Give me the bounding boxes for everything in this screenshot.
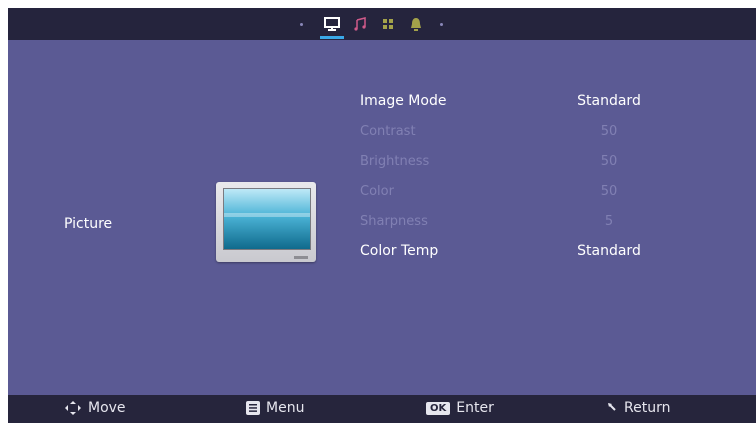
setting-value: 5 — [604, 213, 614, 229]
tab-dot-right[interactable] — [436, 14, 446, 34]
settings-list: Image Mode Standard Contrast 50 Brightne… — [360, 86, 660, 266]
setting-value: 50 — [600, 123, 618, 139]
hint-menu: Menu — [246, 400, 304, 416]
setting-value: 50 — [600, 153, 618, 169]
hint-menu-label: Menu — [266, 400, 305, 416]
setting-name: Color — [360, 183, 394, 199]
hint-move-label: Move — [88, 400, 126, 416]
tab-notify[interactable] — [406, 14, 426, 34]
setting-value: 50 — [600, 183, 618, 199]
menu-tab-bar — [8, 8, 756, 40]
move-arrows-icon — [65, 401, 81, 415]
active-tab-indicator — [320, 36, 344, 39]
setting-row-color-temp[interactable]: Color Temp Standard — [360, 236, 660, 266]
setting-name: Image Mode — [360, 93, 447, 109]
setting-value: Standard — [577, 93, 641, 109]
setting-row-color: Color 50 — [360, 176, 660, 206]
grid-icon — [383, 19, 393, 29]
setting-name: Contrast — [360, 123, 416, 139]
hint-return: Return — [606, 400, 670, 416]
monitor-icon — [324, 17, 340, 31]
bell-icon — [411, 18, 421, 31]
setting-value: Standard — [577, 243, 641, 259]
hint-move: Move — [64, 400, 126, 416]
music-note-icon — [354, 17, 366, 31]
hint-enter-label: Enter — [456, 400, 494, 416]
setting-name: Color Temp — [360, 243, 439, 259]
hint-return-label: Return — [624, 400, 671, 416]
tab-sound[interactable] — [350, 14, 370, 34]
setting-row-sharpness: Sharpness 5 — [360, 206, 660, 236]
footer-hint-bar: Move Menu OK Enter Return — [8, 395, 756, 423]
setting-name: Brightness — [360, 153, 430, 169]
setting-row-contrast: Contrast 50 — [360, 116, 660, 146]
ok-key-icon: OK — [426, 401, 451, 415]
dot-icon — [299, 22, 303, 26]
setting-row-brightness: Brightness 50 — [360, 146, 660, 176]
hint-enter: OK Enter — [426, 400, 494, 416]
section-title: Picture — [64, 216, 113, 232]
return-arrow-icon — [608, 403, 616, 411]
tab-dot-left[interactable] — [296, 14, 306, 34]
setting-row-image-mode[interactable]: Image Mode Standard — [360, 86, 660, 116]
menu-icon — [246, 401, 260, 415]
setting-name: Sharpness — [360, 213, 428, 229]
tab-picture[interactable] — [320, 14, 344, 34]
tab-channel[interactable] — [378, 14, 398, 34]
tv-menu-screen: Picture Image Mode Standard Contrast 50 … — [8, 8, 756, 423]
tv-illustration-icon — [216, 182, 316, 264]
dot-icon — [439, 22, 443, 26]
